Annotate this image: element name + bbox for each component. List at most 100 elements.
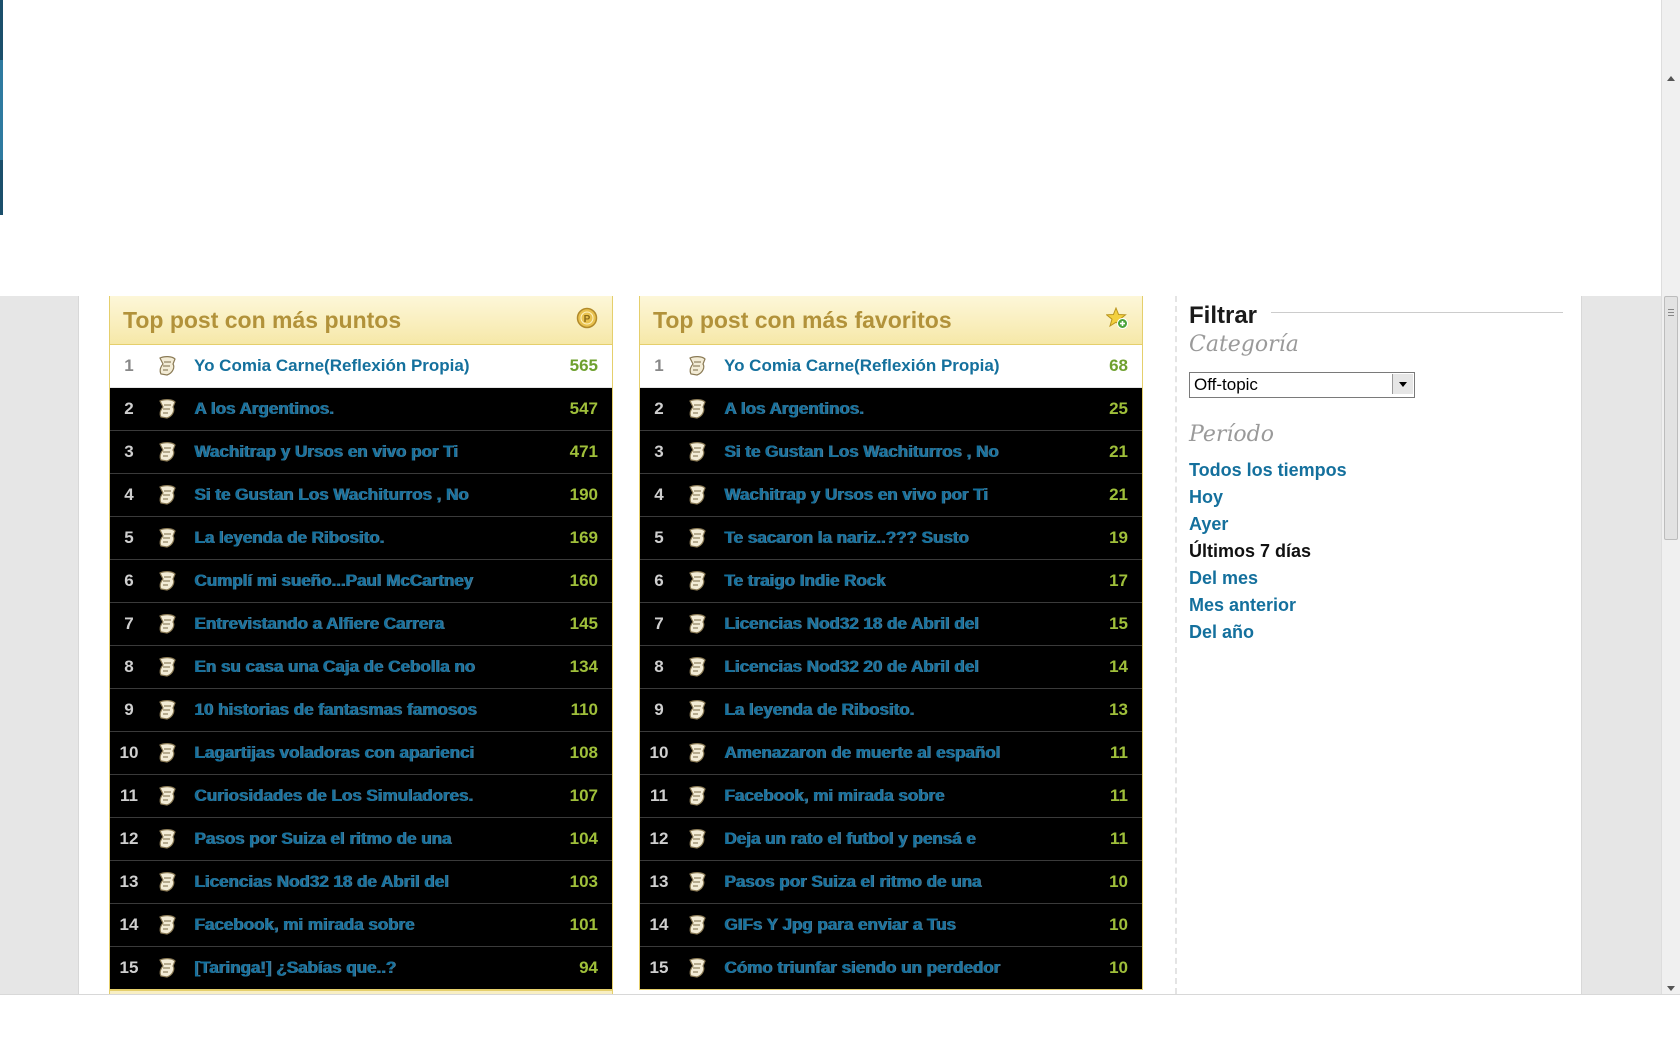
post-scroll-icon (155, 440, 179, 464)
rank-number: 3 (124, 442, 134, 461)
list-item[interactable]: 4 Wachitrap y Ursos en vivo por Ti 21 (640, 474, 1142, 517)
rank-number: 3 (654, 442, 664, 461)
list-item[interactable]: 13 Pasos por Suiza el ritmo de una 10 (640, 861, 1142, 904)
list-item[interactable]: 4 Si te Gustan Los Wachiturros , No 190 (110, 474, 612, 517)
post-link[interactable]: Yo Comia Carne(Reflexión Propia) (194, 356, 554, 376)
rank-number: 12 (119, 829, 139, 848)
rank-number: 13 (119, 872, 139, 891)
period-link[interactable]: Mes anterior (1189, 595, 1296, 616)
list-item[interactable]: 5 La leyenda de Ribosito. 169 (110, 517, 612, 560)
chevron-down-icon[interactable] (1392, 374, 1413, 394)
post-link[interactable]: Te traigo Indie Rock (724, 571, 1084, 591)
list-item[interactable]: 9 La leyenda de Ribosito. 13 (640, 689, 1142, 732)
list-item[interactable]: 13 Licencias Nod32 18 de Abril del 103 (110, 861, 612, 904)
window-left-edge-accent (0, 60, 3, 160)
scroll-thumb[interactable] (1664, 296, 1678, 540)
list-item[interactable]: 14 GIFs Y Jpg para enviar a Tus 10 (640, 904, 1142, 947)
post-link[interactable]: [Taringa!] ¿Sabías que..? (194, 958, 554, 978)
post-scroll-icon (155, 569, 179, 593)
post-link[interactable]: Licencias Nod32 18 de Abril del (194, 872, 554, 892)
period-label: Período (1189, 422, 1274, 447)
period-link[interactable]: Hoy (1189, 487, 1223, 508)
list-item[interactable]: 12 Pasos por Suiza el ritmo de una 104 (110, 818, 612, 861)
post-link[interactable]: La leyenda de Ribosito. (724, 700, 1084, 720)
list-item[interactable]: 2 A los Argentinos. 25 (640, 388, 1142, 431)
rank-number: 9 (654, 700, 664, 719)
post-link[interactable]: Licencias Nod32 20 de Abril del (724, 657, 1084, 677)
post-link[interactable]: Te sacaron la nariz..??? Susto (724, 528, 1084, 548)
post-score: 68 (1109, 356, 1128, 375)
rank-number: 15 (119, 958, 139, 977)
list-item[interactable]: 10 Lagartijas voladoras con aparienci 108 (110, 732, 612, 775)
post-link[interactable]: Cumplí mi sueño...Paul McCartney (194, 571, 554, 591)
post-link[interactable]: Amenazaron de muerte al español (724, 743, 1084, 763)
scroll-up-arrow-icon[interactable] (1667, 76, 1675, 81)
post-link[interactable]: A los Argentinos. (724, 399, 1084, 419)
list-item[interactable]: 6 Te traigo Indie Rock 17 (640, 560, 1142, 603)
rank-number: 15 (649, 958, 669, 977)
list-item[interactable]: 15 [Taringa!] ¿Sabías que..? 94 (110, 947, 612, 989)
rank-number: 11 (120, 786, 138, 805)
rank-number: 8 (124, 657, 134, 676)
list-item[interactable]: 10 Amenazaron de muerte al español 11 (640, 732, 1142, 775)
post-link[interactable]: En su casa una Caja de Cebolla no (194, 657, 554, 677)
category-select[interactable]: Off-topic (1189, 372, 1415, 398)
list-item[interactable]: 7 Licencias Nod32 18 de Abril del 15 (640, 603, 1142, 646)
post-scroll-icon (685, 698, 709, 722)
list-item[interactable]: 5 Te sacaron la nariz..??? Susto 19 (640, 517, 1142, 560)
list-item[interactable]: 3 Si te Gustan Los Wachiturros , No 21 (640, 431, 1142, 474)
post-score: 11 (1110, 829, 1128, 848)
period-link[interactable]: Últimos 7 días (1189, 541, 1311, 562)
post-link[interactable]: Facebook, mi mirada sobre (724, 786, 1084, 806)
post-link[interactable]: Wachitrap y Ursos en vivo por Ti (724, 485, 1084, 505)
list-item[interactable]: 8 En su casa una Caja de Cebolla no 134 (110, 646, 612, 689)
post-link[interactable]: Deja un rato el futbol y pensá e (724, 829, 1084, 849)
star-add-icon (1106, 307, 1128, 329)
post-scroll-icon (685, 354, 709, 378)
period-link[interactable]: Del año (1189, 622, 1254, 643)
list-item[interactable]: 11 Facebook, mi mirada sobre 11 (640, 775, 1142, 818)
list-item[interactable]: 9 10 historias de fantasmas famosos 110 (110, 689, 612, 732)
post-scroll-icon (155, 354, 179, 378)
post-link[interactable]: Lagartijas voladoras con aparienci (194, 743, 554, 763)
list-item[interactable]: 1 Yo Comia Carne(Reflexión Propia) 565 (110, 345, 612, 388)
post-link[interactable]: 10 historias de fantasmas famosos (194, 700, 554, 720)
post-link[interactable]: Wachitrap y Ursos en vivo por Ti (194, 442, 554, 462)
post-link[interactable]: A los Argentinos. (194, 399, 554, 419)
list-item[interactable]: 15 Cómo triunfar siendo un perdedor 10 (640, 947, 1142, 989)
post-link[interactable]: Entrevistando a Alfiere Carrera (194, 614, 554, 634)
period-link[interactable]: Del mes (1189, 568, 1258, 589)
post-link[interactable]: Si te Gustan Los Wachiturros , No (724, 442, 1084, 462)
list-item[interactable]: 14 Facebook, mi mirada sobre 101 (110, 904, 612, 947)
post-link[interactable]: La leyenda de Ribosito. (194, 528, 554, 548)
list-item[interactable]: 11 Curiosidades de Los Simuladores. 107 (110, 775, 612, 818)
post-link[interactable]: Si te Gustan Los Wachiturros , No (194, 485, 554, 505)
scroll-down-arrow-icon[interactable] (1667, 986, 1675, 991)
rank-number: 14 (649, 915, 669, 934)
list-item[interactable]: 2 A los Argentinos. 547 (110, 388, 612, 431)
list-item[interactable]: 3 Wachitrap y Ursos en vivo por Ti 471 (110, 431, 612, 474)
list-item[interactable]: 6 Cumplí mi sueño...Paul McCartney 160 (110, 560, 612, 603)
post-link[interactable]: Curiosidades de Los Simuladores. (194, 786, 554, 806)
period-link[interactable]: Todos los tiempos (1189, 460, 1347, 481)
post-score: 19 (1109, 528, 1128, 547)
post-link[interactable]: Pasos por Suiza el ritmo de una (194, 829, 554, 849)
post-link[interactable]: Yo Comia Carne(Reflexión Propia) (724, 356, 1084, 376)
list-item[interactable]: 7 Entrevistando a Alfiere Carrera 145 (110, 603, 612, 646)
post-scroll-icon (155, 741, 179, 765)
list-item[interactable]: 1 Yo Comia Carne(Reflexión Propia) 68 (640, 345, 1142, 388)
top-favorites-title: Top post con más favoritos (653, 307, 952, 333)
rank-number: 11 (650, 786, 668, 805)
post-link[interactable]: Cómo triunfar siendo un perdedor (724, 958, 1084, 978)
post-score: 160 (569, 571, 598, 590)
post-link[interactable]: GIFs Y Jpg para enviar a Tus (724, 915, 1084, 935)
post-link[interactable]: Facebook, mi mirada sobre (194, 915, 554, 935)
period-link[interactable]: Ayer (1189, 514, 1228, 535)
post-score: 14 (1109, 657, 1128, 676)
bottom-blank-area (0, 994, 1680, 1051)
vertical-scrollbar[interactable] (1661, 0, 1680, 994)
list-item[interactable]: 8 Licencias Nod32 20 de Abril del 14 (640, 646, 1142, 689)
post-link[interactable]: Pasos por Suiza el ritmo de una (724, 872, 1084, 892)
post-link[interactable]: Licencias Nod32 18 de Abril del (724, 614, 1084, 634)
list-item[interactable]: 12 Deja un rato el futbol y pensá e 11 (640, 818, 1142, 861)
